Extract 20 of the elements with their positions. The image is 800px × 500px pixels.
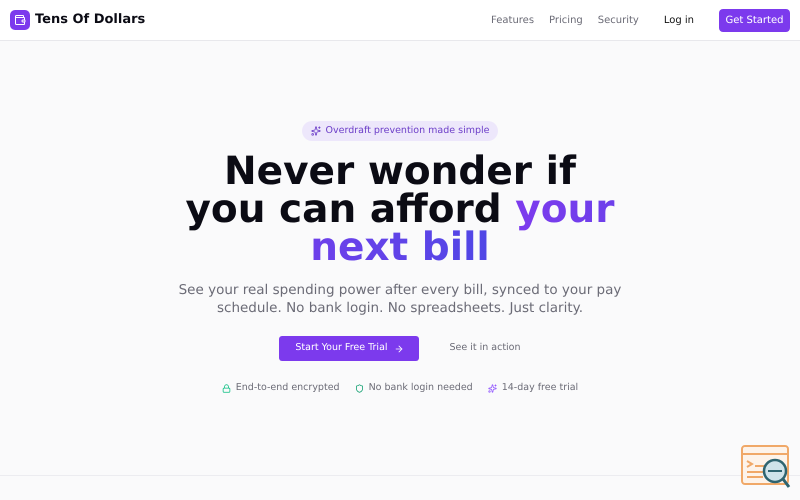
wallet-icon xyxy=(10,10,30,30)
feature-label: No bank login needed xyxy=(368,381,473,395)
shield-icon xyxy=(354,384,364,393)
feature-label: End-to-end encrypted xyxy=(236,381,340,395)
inspector-drawing xyxy=(741,445,791,489)
brand-name: Tens Of Dollars xyxy=(35,11,146,30)
login-button[interactable]: Log in xyxy=(652,8,705,32)
free-trial-button[interactable]: Start Your Free Trial xyxy=(279,336,420,361)
nav-link[interactable]: Features xyxy=(491,12,534,28)
arrow-right-icon xyxy=(394,344,404,354)
hero-subtitle: See your real spending power after every bill, synced to your pay schedule. No bank login. No spreadsheets. Just clarity. xyxy=(178,281,622,317)
lock-icon xyxy=(222,384,231,393)
sparkle-icon xyxy=(310,126,321,136)
badge-text: Overdraft prevention made simple xyxy=(326,124,490,138)
sparkle-icon xyxy=(488,384,497,393)
feature-label: 14-day free trial xyxy=(502,381,578,395)
nav-link[interactable]: Pricing xyxy=(549,12,583,28)
demo-link[interactable]: See it in action xyxy=(449,341,521,356)
get-started-button[interactable]: Get Started xyxy=(719,8,790,32)
nav-link[interactable]: Security xyxy=(598,12,639,28)
